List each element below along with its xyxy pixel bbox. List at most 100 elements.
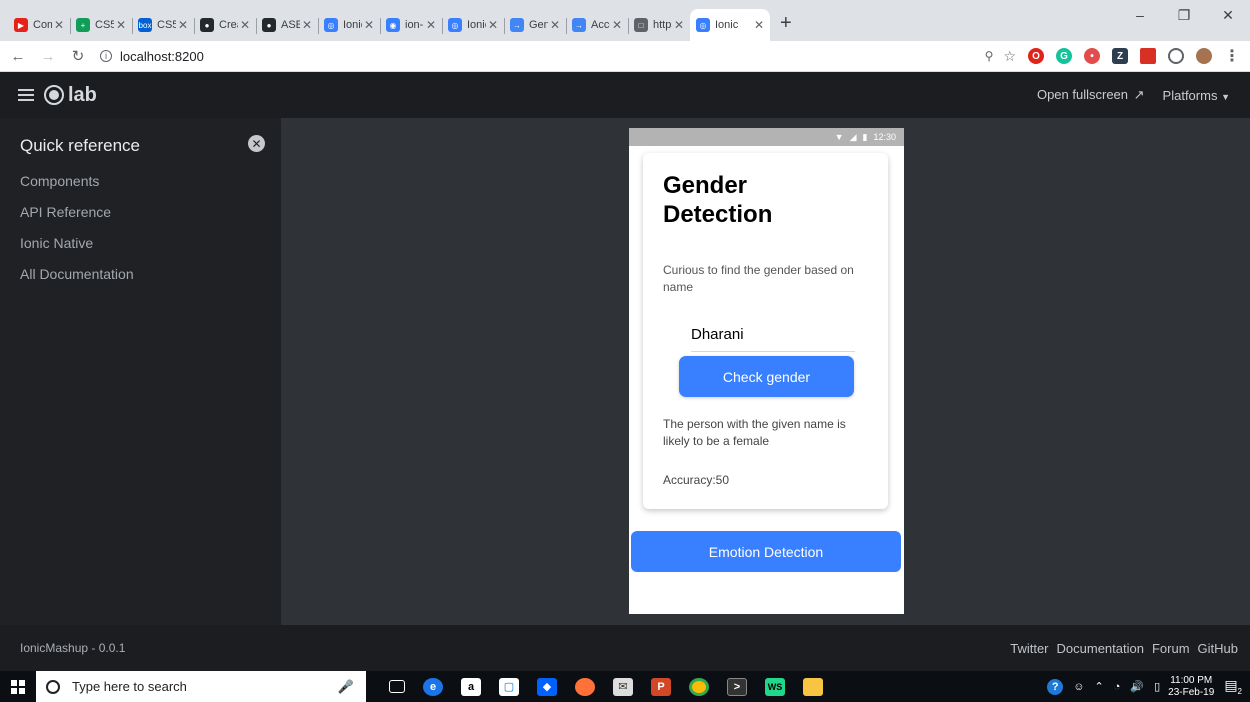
- mail-icon[interactable]: ✉: [613, 677, 633, 696]
- caret-down-icon: ▼: [1221, 91, 1230, 102]
- browser-tab[interactable]: ◎Ionic✕: [690, 9, 770, 41]
- url-text: localhost:8200: [120, 48, 204, 64]
- open-fullscreen-link[interactable]: Open fullscreen ↗: [1037, 87, 1145, 103]
- store-icon[interactable]: ▢: [499, 677, 519, 696]
- browser-tab[interactable]: + CS555✕: [70, 9, 132, 41]
- minimize-button[interactable]: –: [1118, 0, 1162, 30]
- tab-close-icon[interactable]: ✕: [674, 18, 684, 32]
- tab-close-icon[interactable]: ✕: [364, 18, 374, 32]
- extension-red-icon[interactable]: •: [1084, 48, 1100, 64]
- footer-link-documentation[interactable]: Documentation: [1057, 641, 1144, 656]
- star-icon[interactable]: ☆: [1003, 48, 1016, 65]
- microphone-icon[interactable]: 🎤: [338, 679, 354, 695]
- forward-icon[interactable]: →: [36, 48, 60, 65]
- tab-close-icon[interactable]: ✕: [240, 18, 250, 32]
- tab-close-icon[interactable]: ✕: [54, 18, 64, 32]
- taskbar-search-box[interactable]: Type here to search 🎤: [36, 671, 366, 702]
- chrome-icon[interactable]: [689, 677, 709, 696]
- tab-close-icon[interactable]: ✕: [550, 18, 560, 32]
- browser-tab[interactable]: box CS555✕: [132, 9, 194, 41]
- ionic-lab-logo: lab: [44, 84, 97, 107]
- tab-close-icon[interactable]: ✕: [302, 18, 312, 32]
- address-bar[interactable]: i localhost:8200: [100, 49, 973, 64]
- lab-footer: IonicMashup - 0.0.1 Twitter Documentatio…: [0, 625, 1250, 671]
- firefox-icon[interactable]: [575, 677, 595, 696]
- footer-link-github[interactable]: GitHub: [1198, 641, 1238, 656]
- tab-title: Creat: [219, 19, 238, 31]
- name-input[interactable]: [691, 318, 855, 352]
- back-icon[interactable]: ←: [6, 48, 30, 65]
- bookmark-red-icon[interactable]: [1140, 48, 1156, 64]
- close-window-button[interactable]: ✕: [1206, 0, 1250, 30]
- action-center-icon[interactable]: ▤2: [1224, 677, 1242, 696]
- grammarly-icon[interactable]: G: [1056, 48, 1072, 64]
- ring-extension-icon[interactable]: [1168, 48, 1184, 64]
- profile-avatar[interactable]: [1196, 48, 1212, 64]
- tab-favicon-icon: +: [76, 18, 90, 32]
- new-tab-button[interactable]: +: [780, 12, 792, 35]
- network-icon[interactable]: ◔: [1114, 681, 1121, 693]
- tray-chevron-up-icon[interactable]: ⌃: [1095, 680, 1104, 693]
- footer-link-twitter[interactable]: Twitter: [1010, 641, 1048, 656]
- restore-button[interactable]: ❐: [1162, 0, 1206, 30]
- zotero-icon[interactable]: Z: [1112, 48, 1128, 64]
- battery-icon: ▮: [862, 131, 868, 142]
- file-explorer-icon[interactable]: [803, 677, 823, 696]
- tab-favicon-icon: ▶: [14, 18, 28, 32]
- tab-close-icon[interactable]: ✕: [754, 18, 764, 32]
- close-sidebar-icon[interactable]: ✕: [248, 135, 265, 152]
- browser-tab[interactable]: ◎Ionic✕: [318, 9, 380, 41]
- check-gender-button[interactable]: Check gender: [679, 356, 854, 397]
- window-controls: – ❐ ✕: [1118, 0, 1250, 30]
- platforms-label: Platforms: [1162, 87, 1218, 103]
- key-icon[interactable]: ⚲: [985, 49, 994, 63]
- volume-icon[interactable]: 🔊: [1130, 680, 1144, 693]
- system-tray: ? ☺ ⌃ ◔ 🔊 ▯ 11:00 PM 23-Feb-19 ▤2: [1037, 675, 1250, 699]
- tab-close-icon[interactable]: ✕: [612, 18, 622, 32]
- taskbar-clock[interactable]: 11:00 PM 23-Feb-19: [1168, 675, 1214, 699]
- sidebar-link-components[interactable]: Components: [20, 173, 134, 204]
- hamburger-menu-icon[interactable]: [18, 86, 34, 104]
- tab-close-icon[interactable]: ✕: [116, 18, 126, 32]
- app-version: IonicMashup - 0.0.1: [20, 641, 126, 655]
- platforms-dropdown[interactable]: Platforms ▼: [1163, 88, 1230, 103]
- sidebar-link-api-reference[interactable]: API Reference: [20, 204, 134, 235]
- taskbar-apps: e a ▢ ◆ ✉ P > WS: [380, 677, 832, 696]
- amazon-icon[interactable]: a: [461, 677, 481, 696]
- browser-tab[interactable]: □ https✕: [628, 9, 690, 41]
- battery-tray-icon[interactable]: ▯: [1154, 680, 1160, 693]
- sidebar-link-ionic-native[interactable]: Ionic Native: [20, 235, 134, 266]
- browser-tab[interactable]: ◉ ion-ir✕: [380, 9, 442, 41]
- menu-dots-icon[interactable]: ⋮: [1224, 46, 1240, 66]
- info-icon[interactable]: i: [100, 50, 112, 62]
- sidebar-link-all-documentation[interactable]: All Documentation: [20, 266, 134, 297]
- opera-icon[interactable]: O: [1028, 48, 1044, 64]
- browser-tab[interactable]: → Gend✕: [504, 9, 566, 41]
- browser-tab[interactable]: → Accou✕: [566, 9, 628, 41]
- windows-start-icon[interactable]: [0, 679, 36, 694]
- browser-tab[interactable]: ● ASE_L✕: [256, 9, 318, 41]
- help-icon[interactable]: ?: [1047, 678, 1064, 695]
- browser-tab[interactable]: ● Creat✕: [194, 9, 256, 41]
- browser-tab[interactable]: ▶ Comp✕: [8, 9, 70, 41]
- notification-count: 2: [1237, 686, 1242, 696]
- edge-icon[interactable]: e: [423, 677, 443, 696]
- browser-tab[interactable]: ◎Ionic✕: [442, 9, 504, 41]
- wifi-icon: ▼: [834, 132, 844, 142]
- ionic-logo-icon: [44, 85, 64, 105]
- dropbox-icon[interactable]: ◆: [537, 677, 557, 696]
- people-icon[interactable]: ☺: [1073, 681, 1084, 693]
- tab-close-icon[interactable]: ✕: [488, 18, 498, 32]
- tab-favicon-icon: →: [510, 18, 524, 32]
- terminal-icon[interactable]: >: [727, 677, 747, 696]
- reload-icon[interactable]: ↻: [66, 47, 90, 65]
- emotion-detection-button[interactable]: Emotion Detection: [631, 531, 901, 572]
- webstorm-icon[interactable]: WS: [765, 677, 785, 696]
- cortana-icon: [46, 679, 60, 694]
- tab-close-icon[interactable]: ✕: [178, 18, 188, 32]
- tab-close-icon[interactable]: ✕: [426, 18, 436, 32]
- taskbar-search-placeholder: Type here to search: [72, 679, 187, 694]
- powerpoint-icon[interactable]: P: [651, 677, 671, 696]
- footer-link-forum[interactable]: Forum: [1152, 641, 1190, 656]
- task-view-icon[interactable]: [389, 680, 405, 693]
